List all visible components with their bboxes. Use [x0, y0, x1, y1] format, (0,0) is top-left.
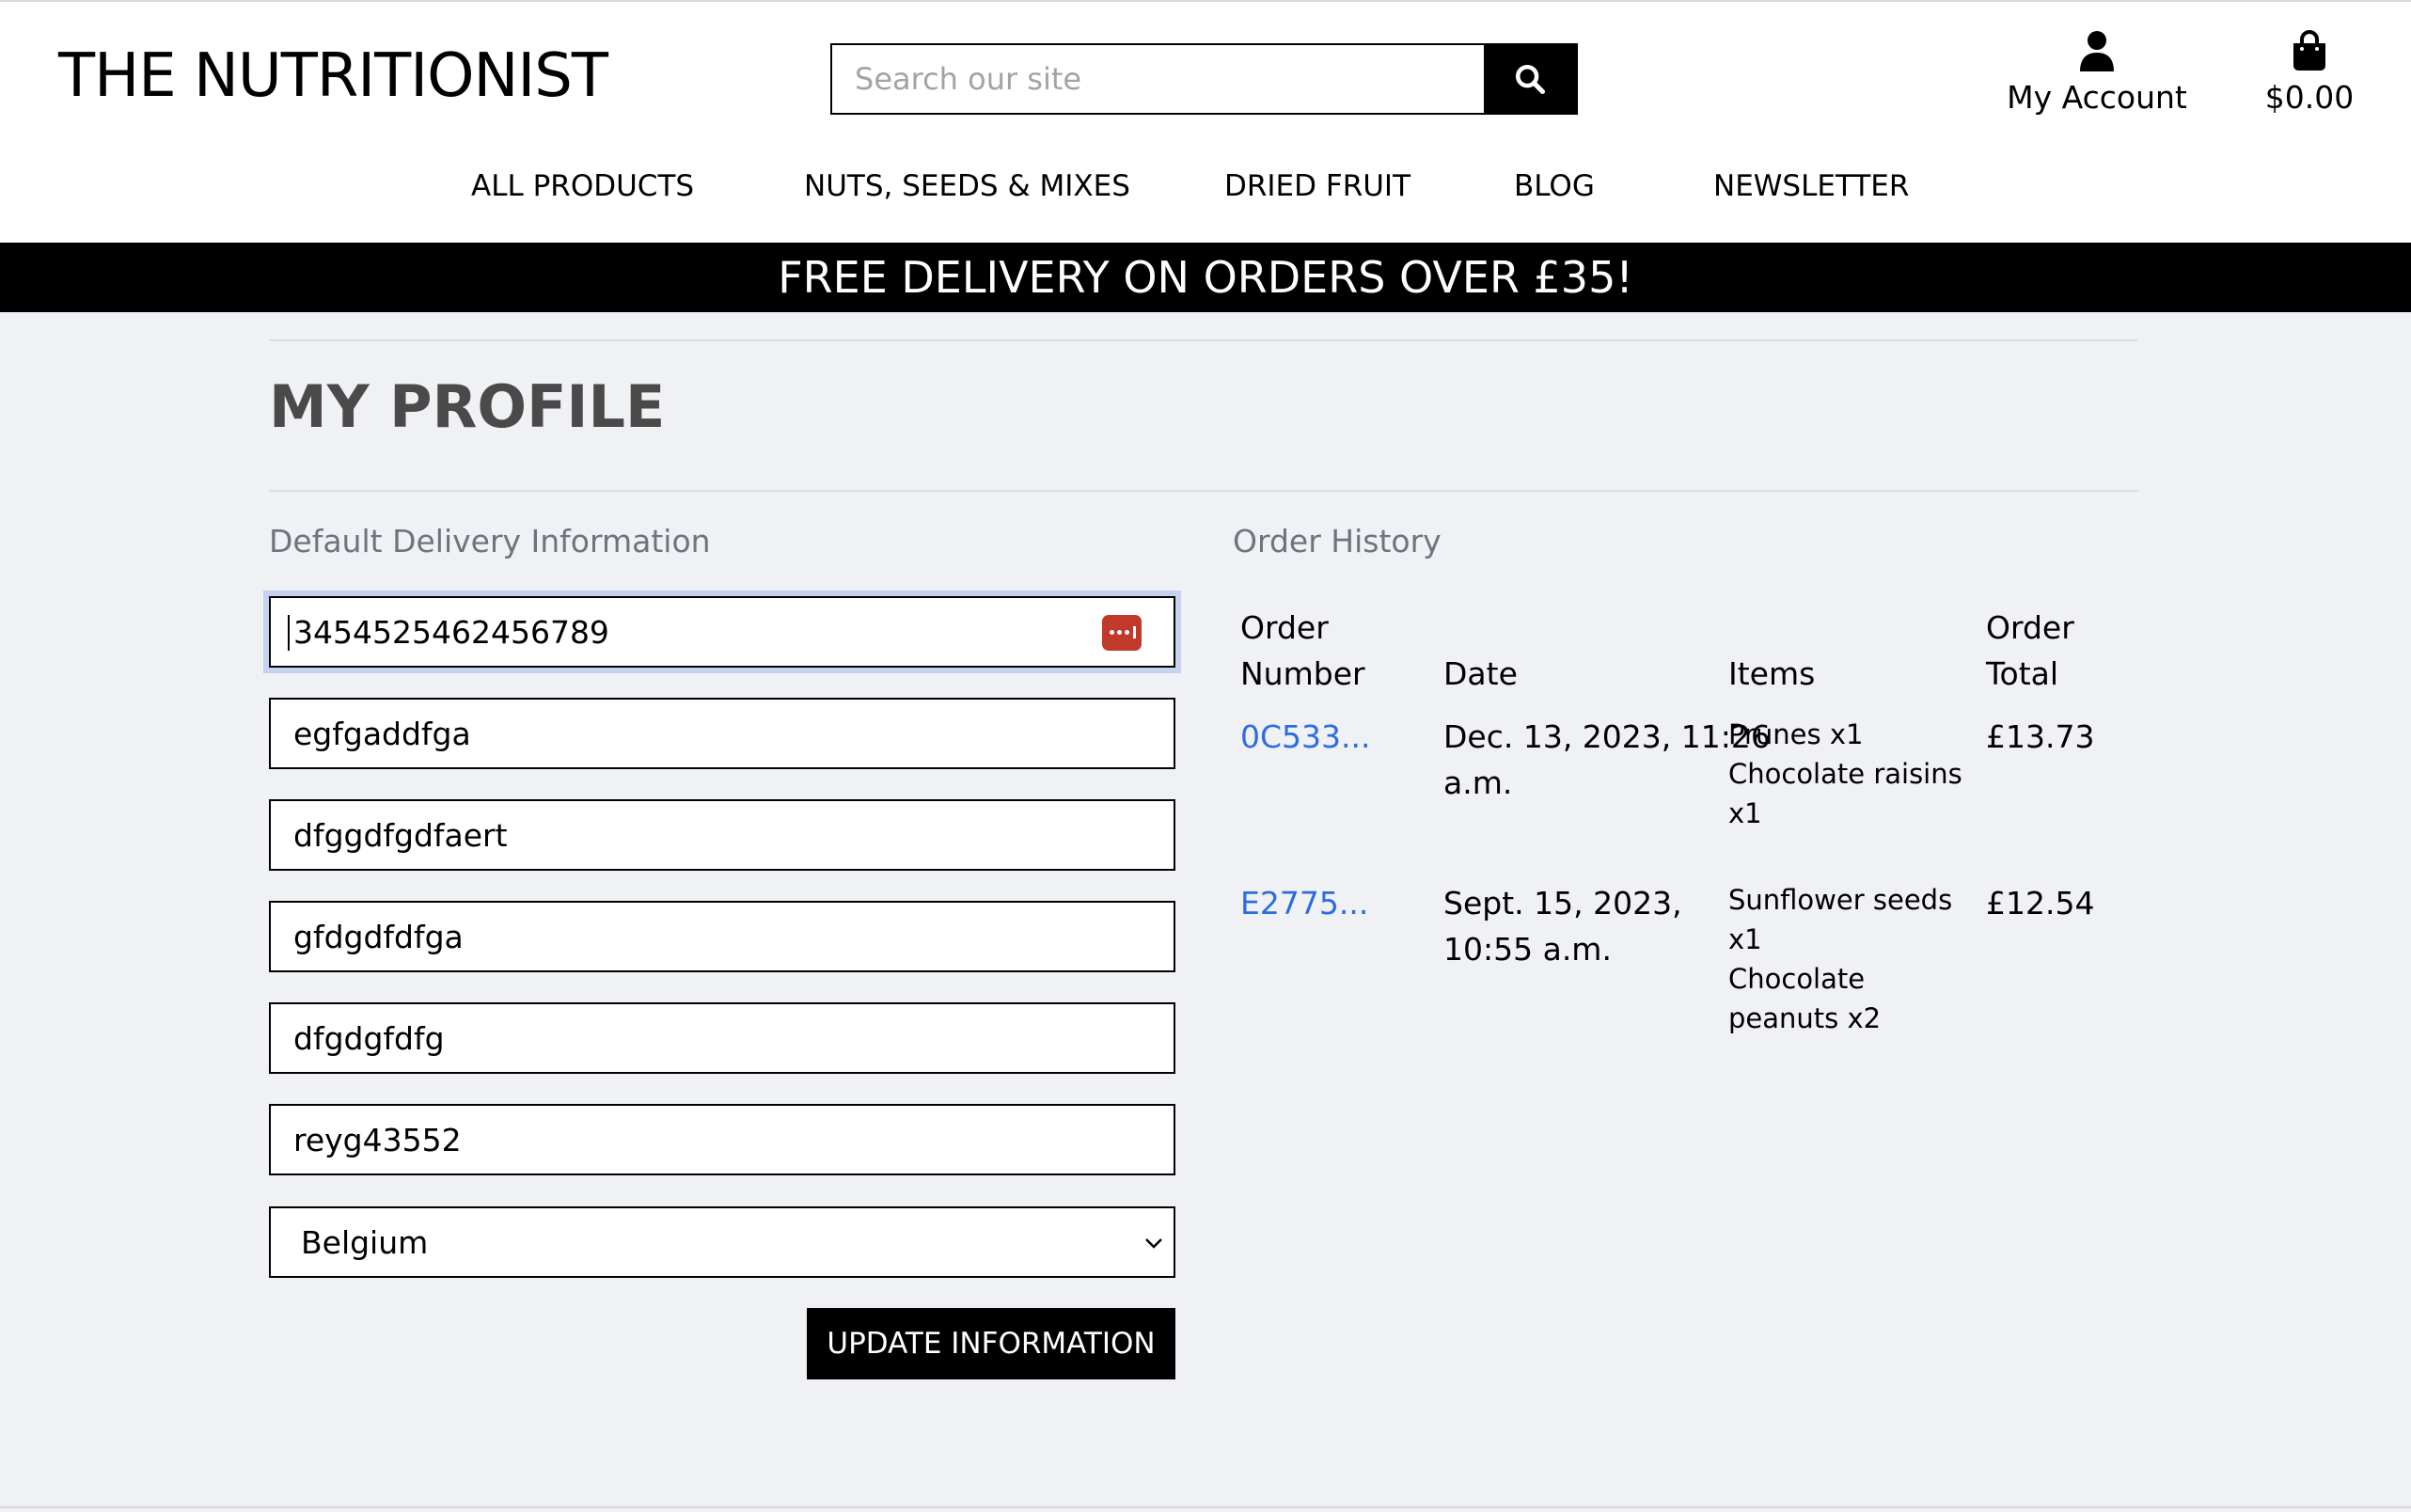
- street-address-1-input[interactable]: [271, 700, 1174, 767]
- header-order-number-line1: Order: [1240, 609, 1329, 646]
- search-icon: [1515, 64, 1546, 95]
- password-manager-icon[interactable]: [1102, 615, 1142, 651]
- cart-link[interactable]: $0.00: [2253, 30, 2366, 124]
- order-history-heading: Order History: [1233, 523, 1442, 559]
- country-field[interactable]: Belgium: [269, 1206, 1175, 1278]
- order-items: Sunflower seeds x1 Chocolate peanuts x2: [1728, 880, 1952, 1038]
- town-city-field[interactable]: [269, 901, 1175, 972]
- order-total: £13.73: [1986, 718, 2095, 755]
- order-date-line1: Sept. 15, 2023,: [1443, 885, 1682, 921]
- order-number-link[interactable]: E2775...: [1240, 885, 1368, 921]
- order-date: Sept. 15, 2023, 10:55 a.m.: [1443, 880, 1682, 972]
- cart-total: $0.00: [2264, 79, 2355, 116]
- my-account-label: My Account: [2007, 79, 2187, 116]
- divider: [269, 339, 2138, 341]
- order-item-line: Sunflower seeds: [1728, 884, 1953, 916]
- delivery-info-heading: Default Delivery Information: [269, 523, 711, 559]
- text-cursor: [288, 615, 290, 651]
- county-input[interactable]: [271, 1004, 1174, 1072]
- header-items: Items: [1728, 655, 1816, 692]
- street-address-1-field[interactable]: [269, 698, 1175, 769]
- header-date: Date: [1443, 655, 1518, 692]
- search-button[interactable]: [1484, 45, 1576, 113]
- nav-all-products[interactable]: ALL PRODUCTS: [471, 169, 694, 203]
- my-account-link[interactable]: My Account: [1993, 30, 2200, 124]
- header-order-number-line2: Number: [1240, 655, 1365, 692]
- nav-newsletter[interactable]: NEWSLETTER: [1713, 169, 1909, 203]
- footer-divider: [0, 1506, 2411, 1508]
- phone-number-field[interactable]: [269, 596, 1175, 668]
- main-nav: ALL PRODUCTS NUTS, SEEDS & MIXES DRIED F…: [0, 169, 2411, 216]
- header-order-total-line1: Order: [1986, 609, 2074, 646]
- site-header: THE NUTRITIONIST My Account $0.00 ALL PR…: [0, 0, 2411, 243]
- search-form: [830, 43, 1578, 115]
- order-date-line2: a.m.: [1443, 764, 1513, 801]
- town-city-input[interactable]: [271, 903, 1174, 970]
- header-order-total: Order Total: [1986, 605, 2074, 697]
- table-row: 0C533...: [1240, 714, 1371, 760]
- order-item-line: Chocolate: [1728, 963, 1866, 995]
- order-item-line: Chocolate raisins: [1728, 758, 1962, 790]
- postcode-input[interactable]: [271, 1106, 1174, 1173]
- order-item-line: x1: [1728, 797, 1762, 829]
- header-order-number: Order Number: [1240, 605, 1365, 697]
- delivery-banner: FREE DELIVERY ON ORDERS OVER £35!: [0, 243, 2411, 312]
- order-date-line1: Dec. 13, 2023, 11:26: [1443, 718, 1771, 755]
- order-item-line: Prunes x1: [1728, 718, 1864, 750]
- nav-nuts-seeds-mixes[interactable]: NUTS, SEEDS & MIXES: [804, 169, 1130, 203]
- page-title: MY PROFILE: [269, 372, 666, 441]
- order-date-line2: 10:55 a.m.: [1443, 931, 1612, 968]
- order-items: Prunes x1 Chocolate raisins x1: [1728, 715, 1962, 833]
- postcode-field[interactable]: [269, 1104, 1175, 1175]
- order-item-line: peanuts x2: [1728, 1002, 1882, 1034]
- search-input[interactable]: [832, 45, 1484, 113]
- nav-blog[interactable]: BLOG: [1514, 169, 1595, 203]
- street-address-2-field[interactable]: [269, 799, 1175, 871]
- nav-dried-fruit[interactable]: DRIED FRUIT: [1224, 169, 1410, 203]
- order-item-line: x1: [1728, 923, 1762, 955]
- order-total: £12.54: [1986, 885, 2095, 921]
- order-date: Dec. 13, 2023, 11:26 a.m.: [1443, 714, 1771, 806]
- county-field[interactable]: [269, 1002, 1175, 1074]
- site-logo[interactable]: THE NUTRITIONIST: [58, 41, 608, 111]
- update-information-button[interactable]: UPDATE INFORMATION: [807, 1308, 1175, 1379]
- user-icon: [2080, 31, 2114, 71]
- shopping-bag-icon: [2293, 30, 2325, 71]
- header-order-total-line2: Total: [1986, 655, 2059, 692]
- country-select[interactable]: Belgium: [271, 1208, 1174, 1276]
- street-address-2-input[interactable]: [271, 801, 1174, 869]
- divider: [269, 490, 2138, 492]
- order-number-link[interactable]: 0C533...: [1240, 718, 1371, 755]
- table-row: E2775...: [1240, 880, 1368, 926]
- phone-number-input[interactable]: [271, 598, 1174, 666]
